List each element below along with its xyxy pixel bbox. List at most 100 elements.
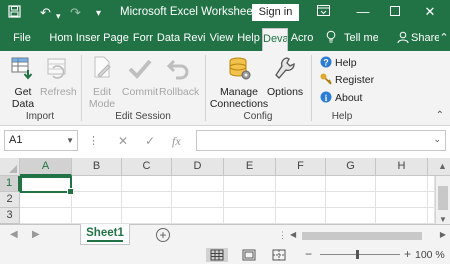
enter-icon[interactable]: ✓ [145,134,155,148]
grid-cell[interactable] [72,208,122,224]
next-sheet-icon[interactable]: ▶ [32,229,40,240]
tab-splitter[interactable]: ⋮ [278,230,287,241]
zoom-slider[interactable] [320,254,400,255]
worksheet-grid[interactable]: A B C D E F G H ▲ 1 2 3 ▼ [0,158,450,224]
cancel-icon[interactable]: ✕ [118,134,128,148]
register-button[interactable]: Register [320,73,374,87]
ribbon-display-options-icon[interactable] [313,3,333,21]
grid-cell[interactable] [224,176,276,192]
zoom-in-button[interactable]: + [404,247,411,261]
scroll-right-icon[interactable]: ▶ [440,230,446,239]
tab-help[interactable]: Help [235,26,262,51]
sign-in-button[interactable]: Sign in [252,4,299,21]
grid-cell[interactable] [326,176,376,192]
zoom-out-button[interactable]: − [305,247,312,261]
name-box[interactable]: A1 ▼ [4,130,78,151]
column-header[interactable]: B [72,158,122,176]
refresh-button[interactable]: Refresh [40,55,77,98]
collapse-ribbon-icon[interactable]: ⌃ [439,26,449,51]
sheet-tab[interactable]: Sheet1 [80,224,130,245]
tab-page-layout[interactable]: Page [102,26,130,51]
row-header[interactable]: 1 [0,176,20,192]
grid-cell[interactable] [276,192,326,208]
tell-me-box[interactable]: Tell me [344,26,378,51]
grid-cell[interactable] [224,208,276,224]
redo-icon[interactable]: ↷ [70,5,81,21]
grid-cell[interactable] [376,176,428,192]
tab-review[interactable]: Revi [181,26,208,51]
tab-data[interactable]: Data [156,26,181,51]
horizontal-scrollbar[interactable]: ◀ ▶ [290,229,450,243]
row-header[interactable]: 3 [0,208,20,224]
column-header[interactable]: E [224,158,276,176]
tab-file[interactable]: File [10,26,34,51]
page-break-view-button[interactable] [268,248,290,262]
scroll-left-icon[interactable]: ◀ [290,230,296,239]
get-data-button[interactable]: Get Data [6,55,40,110]
options-button[interactable]: Options [267,55,303,98]
zoom-level[interactable]: 100 % [415,249,445,261]
collapse-ribbon-icon[interactable]: ⌃ [436,110,444,121]
formula-bar-splitter[interactable]: ⋮ [88,134,99,147]
column-header[interactable]: C [122,158,172,176]
insert-function-button[interactable]: fx [172,134,181,149]
column-header[interactable]: G [326,158,376,176]
chevron-down-icon[interactable]: ▼ [66,131,74,150]
normal-view-button[interactable] [206,248,228,262]
lightbulb-icon[interactable] [320,26,342,51]
grid-cell[interactable] [20,192,72,208]
grid-cell[interactable] [172,176,224,192]
close-icon[interactable]: ✕ [420,3,440,21]
grid-cell[interactable] [122,208,172,224]
minimize-icon[interactable]: — [353,3,373,21]
share-button[interactable]: Share [411,26,439,51]
previous-sheet-icon[interactable]: ◀ [10,229,18,240]
select-all-button[interactable] [0,158,20,176]
grid-cell[interactable] [326,208,376,224]
grid-cell[interactable] [276,208,326,224]
vertical-scroll-thumb[interactable] [438,186,448,210]
grid-cell[interactable] [276,176,326,192]
rollback-button[interactable]: Rollback [159,55,199,98]
tab-developer[interactable]: Deva [262,28,288,51]
formula-input[interactable]: ⌄ [196,130,446,151]
tab-formulas[interactable]: Forr [130,26,156,51]
tab-home[interactable]: Hom [48,26,74,51]
horizontal-scroll-thumb[interactable] [302,232,422,240]
column-header[interactable]: H [376,158,428,176]
grid-cell[interactable] [376,208,428,224]
manage-connections-button[interactable]: Manage Connections [209,55,269,110]
tab-acrobat[interactable]: Acro [289,26,315,51]
vertical-scrollbar[interactable]: ▼ [435,176,450,224]
tab-insert[interactable]: Inser [74,26,102,51]
tab-view[interactable]: View [208,26,235,51]
expand-formula-bar-icon[interactable]: ⌄ [433,134,441,145]
grid-cell[interactable] [122,192,172,208]
grid-cell[interactable] [428,208,435,224]
active-cell-a1[interactable] [20,176,74,195]
grid-cell[interactable] [20,208,72,224]
undo-dropdown-icon[interactable]: ▾ [56,8,61,24]
column-header[interactable]: F [276,158,326,176]
column-header[interactable] [428,158,435,176]
about-button[interactable]: i About [320,91,362,105]
grid-cell[interactable] [224,192,276,208]
grid-cell[interactable] [172,192,224,208]
save-icon[interactable] [8,5,21,22]
column-header[interactable]: D [172,158,224,176]
grid-cell[interactable] [72,192,122,208]
help-button[interactable]: ? Help [320,56,357,70]
maximize-icon[interactable] [385,3,405,21]
commit-button[interactable]: Commit [120,55,160,98]
customize-qa-icon[interactable]: ▾ [96,6,101,22]
column-header[interactable]: A [20,158,72,176]
add-sheet-button[interactable]: + [156,228,170,242]
grid-cell[interactable] [172,208,224,224]
vertical-scroll-up-icon[interactable]: ▲ [435,158,450,176]
vertical-scroll-down-icon[interactable]: ▼ [439,215,447,224]
grid-cell[interactable] [428,192,435,208]
undo-icon[interactable]: ↶ [40,5,51,21]
grid-cell[interactable] [72,176,122,192]
row-header[interactable]: 2 [0,192,20,208]
page-layout-view-button[interactable] [238,248,260,262]
